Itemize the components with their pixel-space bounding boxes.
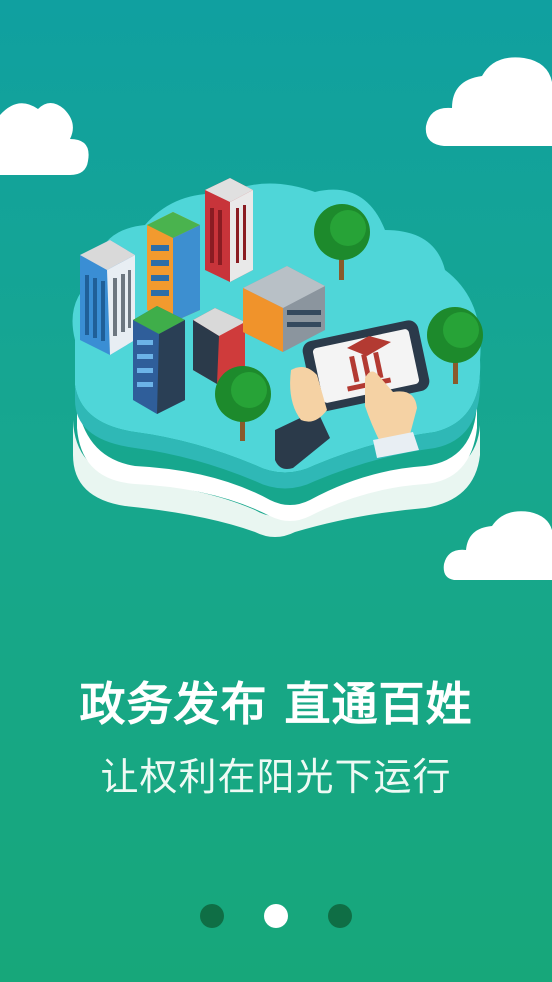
page-dot-2[interactable]	[264, 904, 288, 928]
cloud-top-left	[0, 103, 89, 175]
subline: 让权利在阳光下运行	[100, 755, 452, 799]
headline: 政务发布 直通百姓	[79, 677, 473, 731]
cloud-top-right	[425, 57, 552, 146]
page-dot-3[interactable]	[328, 904, 352, 928]
page-indicator	[0, 904, 552, 934]
page-dot-1[interactable]	[200, 904, 224, 928]
city-government-illustration	[72, 178, 483, 537]
